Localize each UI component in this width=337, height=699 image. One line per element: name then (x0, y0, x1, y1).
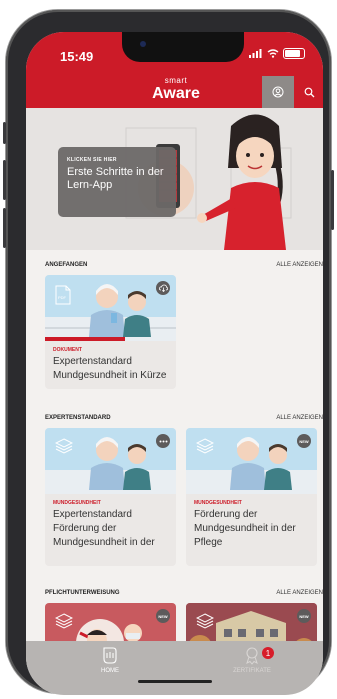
card-title: Expertenstandard Förderung der Mundgesun… (53, 509, 155, 548)
section-title: ANGEFANGEN (45, 262, 88, 268)
app-header: smart Aware (26, 76, 323, 108)
card-thumbnail (45, 428, 176, 494)
card-thumbnail: NEW (186, 428, 317, 494)
wifi-icon (267, 49, 279, 58)
more-dots-icon (159, 440, 167, 442)
show-all-link[interactable]: ALLE ANZEIGEN (276, 262, 323, 268)
hero-banner[interactable]: KLICKEN SIE HIER Erste Schritte in der L… (26, 108, 323, 250)
logo-big-text: Aware (152, 85, 200, 102)
card-thumbnail: PDF (45, 275, 176, 341)
home-indicator (138, 680, 212, 683)
certificate-icon (246, 647, 258, 665)
phone-frame: 15:49 smart Aware KLICKEN SIE HIER Erste… (3, 10, 334, 695)
layers-icon (55, 438, 73, 454)
layers-icon (196, 613, 214, 629)
course-card-expertenstandard-mundgesundheit[interactable]: MUNDGESUNDHEIT Expertenstandard Förderun… (45, 428, 176, 566)
app-screen: 15:49 smart Aware KLICKEN SIE HIER Erste… (26, 32, 323, 695)
layers-icon (196, 438, 214, 454)
volume-down-button (3, 208, 6, 248)
bottom-tab-bar: HOME ZERTIFIKATE 1 (26, 641, 323, 695)
status-bar: 15:49 (26, 32, 323, 76)
section-title: PFLICHTUNTERWEISUNG (45, 590, 120, 596)
more-options-badge[interactable] (156, 434, 170, 448)
status-time: 15:49 (60, 49, 94, 64)
show-all-link[interactable]: ALLE ANZEIGEN (276, 415, 323, 421)
mute-switch (3, 122, 6, 144)
main-content[interactable]: KLICKEN SIE HIER Erste Schritte in der L… (26, 108, 323, 641)
power-button (331, 170, 334, 230)
getting-started-card[interactable]: KLICKEN SIE HIER Erste Schritte in der L… (58, 147, 176, 217)
smart-aware-logo[interactable]: smart Aware (146, 76, 206, 102)
user-circle-icon (272, 86, 284, 98)
course-card-fire-safety[interactable]: NEW (186, 603, 317, 641)
download-badge[interactable] (156, 281, 170, 295)
card-thumbnail: NEW (45, 603, 176, 641)
profile-button[interactable] (262, 76, 294, 108)
section-header-angefangen: ANGEFANGEN ALLE ANZEIGEN (45, 262, 323, 272)
search-icon (304, 87, 315, 97)
new-badge: NEW (297, 609, 311, 623)
section-header-pflichtunterweisung: PFLICHTUNTERWEISUNG ALLE ANZEIGEN (45, 590, 323, 600)
tab-home[interactable]: HOME (60, 645, 160, 674)
hero-kicker: KLICKEN SIE HIER (67, 157, 117, 163)
tab-home-label: HOME (101, 668, 119, 674)
signal-icon (249, 49, 262, 58)
status-icons (249, 48, 305, 59)
layers-icon (55, 613, 73, 629)
volume-up-button (3, 160, 6, 200)
search-button[interactable] (296, 76, 323, 108)
new-badge: NEW (297, 434, 311, 448)
pdf-label: PDF (58, 295, 67, 300)
cloud-download-icon (158, 284, 168, 292)
card-thumbnail: NEW (186, 603, 317, 641)
course-card-foerderung-mundgesundheit[interactable]: NEW MUNDGESUNDHEIT Förderung der Mundges… (186, 428, 317, 566)
course-card-infection-protection[interactable]: NEW (45, 603, 176, 641)
pdf-document-icon: PDF (55, 285, 71, 305)
card-title: Expertenstandard Mundgesundheit in Kürze (53, 356, 167, 381)
progress-bar (45, 337, 125, 341)
camera-dot (140, 41, 146, 47)
section-title: EXPERTENSTANDARD (45, 415, 111, 421)
hero-title: Erste Schritte in der Lern-App (67, 166, 164, 191)
new-badge: NEW (156, 609, 170, 623)
card-category: DOKUMENT (53, 347, 82, 353)
card-category: MUNDGESUNDHEIT (194, 500, 242, 506)
notch (122, 32, 244, 62)
course-card-mundgesundheit-kurz[interactable]: PDF DOKUMENT Expertenstandard Mundgesund… (45, 275, 176, 389)
card-title: Förderung der Mundgesundheit in der Pfle… (194, 509, 296, 548)
home-hand-icon (103, 647, 117, 664)
tab-zertifikate-label: ZERTIFIKATE (233, 668, 271, 674)
section-header-expertenstandard: EXPERTENSTANDARD ALLE ANZEIGEN (45, 415, 323, 425)
show-all-link[interactable]: ALLE ANZEIGEN (276, 590, 323, 596)
notification-badge: 1 (262, 647, 274, 659)
card-category: MUNDGESUNDHEIT (53, 500, 101, 506)
tab-zertifikate[interactable]: ZERTIFIKATE 1 (202, 645, 302, 674)
battery-icon (283, 48, 305, 59)
